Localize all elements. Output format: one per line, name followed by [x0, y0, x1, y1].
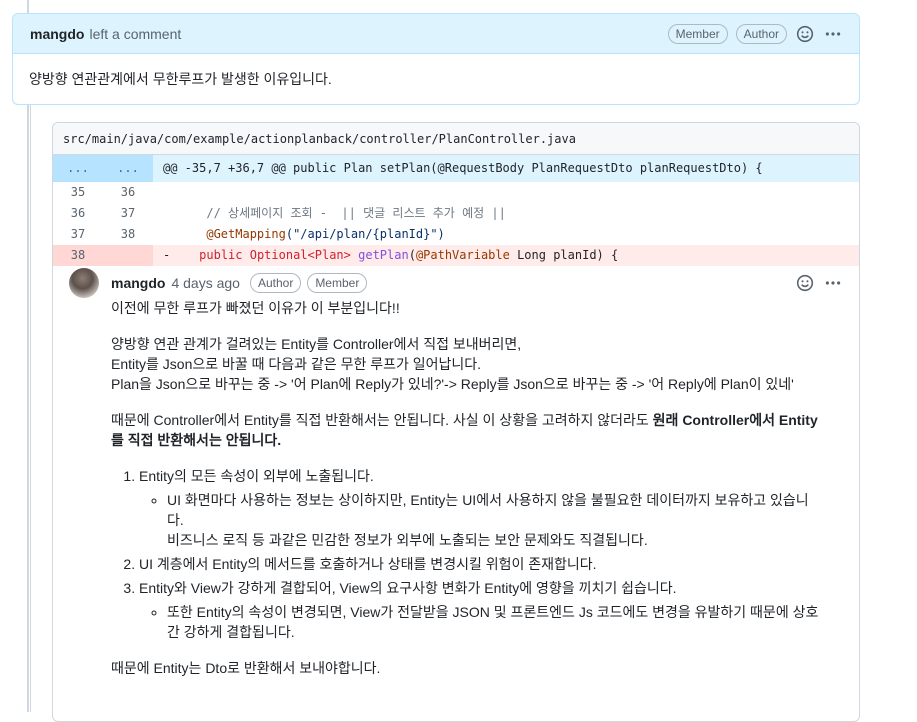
list-item: UI 계층에서 Entity의 메서드를 호출하거나 상태를 변경시킬 위험이 …	[139, 554, 821, 574]
new-line-number[interactable]: 37	[103, 203, 153, 224]
reply-paragraph: 이전에 무한 루프가 빠졌던 이유가 이 부분입니다!!	[111, 300, 400, 316]
member-badge: Member	[667, 23, 728, 44]
reason-list: Entity의 모든 속성이 외부에 노출됩니다. UI 화면마다 사용하는 정…	[111, 466, 821, 642]
timeline-line	[27, 0, 29, 712]
diff-table: ... ... @@ -35,7 +36,7 @@ public Plan se…	[53, 155, 859, 266]
new-line-number[interactable]: 38	[103, 224, 153, 245]
review-thread: src/main/java/com/example/actionplanback…	[52, 122, 860, 722]
reply-paragraph: 때문에 Controller에서 Entity를 직접 반환해서는 안됩니다. …	[111, 412, 818, 448]
code-line: // 상세페이지 조회 - || 댓글 리스트 추가 예정 ||	[153, 203, 859, 224]
diff-line: 37 38 @GetMapping("/api/plan/{planId}")	[53, 224, 859, 245]
comment-body: 양방향 연관관계에서 무한루프가 발생한 이유입니다.	[29, 71, 332, 87]
expand-down[interactable]: ...	[103, 155, 153, 182]
kebab-menu-icon[interactable]	[823, 24, 843, 44]
reply-body: 이전에 무한 루프가 빠졌던 이유가 이 부분입니다!! 양방향 연관 관계가 …	[111, 298, 821, 678]
list-item: Entity의 모든 속성이 외부에 노출됩니다. UI 화면마다 사용하는 정…	[139, 466, 821, 550]
hunk-text: @@ -35,7 +36,7 @@ public Plan setPlan(@R…	[163, 161, 763, 175]
code-annotation: @GetMapping	[206, 227, 286, 241]
author-badge: Author	[735, 23, 787, 44]
author-badge: Author	[249, 273, 302, 293]
member-badge: Member	[307, 273, 368, 293]
comment-author[interactable]: mangdo	[30, 26, 84, 42]
comment-action: left a comment	[89, 25, 182, 42]
kebab-menu-icon[interactable]	[823, 273, 843, 293]
comment-header: mangdo left a comment Member Author	[13, 14, 859, 54]
diff-line: 35 36	[53, 182, 859, 203]
review-reply: mangdo 4 days ago Author Member 이전에 무한 루…	[53, 268, 859, 694]
old-line-number[interactable]: 37	[53, 224, 103, 245]
reply-author[interactable]: mangdo	[111, 275, 165, 291]
old-line-number[interactable]: 35	[53, 182, 103, 203]
file-path[interactable]: src/main/java/com/example/actionplanback…	[53, 123, 859, 155]
code-line: - public Optional<Plan> getPlan(@PathVar…	[153, 245, 859, 266]
reply-header: mangdo 4 days ago Author Member	[69, 268, 859, 298]
smiley-icon[interactable]	[795, 273, 815, 293]
diff-line: 36 37 // 상세페이지 조회 - || 댓글 리스트 추가 예정 ||	[53, 203, 859, 224]
code-args: ("/api/plan/{planId}")	[285, 227, 445, 241]
thread-line	[30, 104, 31, 712]
sub-list-item: 또한 Entity의 속성이 변경되면, View가 전달받을 JSON 및 프…	[167, 602, 821, 642]
reply-time[interactable]: 4 days ago	[171, 275, 240, 291]
avatar[interactable]	[69, 268, 99, 298]
expand-up[interactable]: ...	[53, 155, 103, 182]
list-item: Entity와 View가 강하게 결합되어, View의 요구사항 변화가 E…	[139, 578, 821, 642]
old-line-number[interactable]: 36	[53, 203, 103, 224]
top-comment: mangdo left a comment Member Author 양방향 …	[12, 13, 860, 105]
new-line-number[interactable]: 36	[103, 182, 153, 203]
smiley-icon[interactable]	[795, 24, 815, 44]
sub-list-item: UI 화면마다 사용하는 정보는 상이하지만, Entity는 UI에서 사용하…	[167, 490, 821, 550]
code-line: @GetMapping("/api/plan/{planId}")	[153, 224, 859, 245]
reply-paragraph: 양방향 연관 관계가 걸려있는 Entity를 Controller에서 직접 …	[111, 336, 794, 392]
reply-paragraph: 때문에 Entity는 Dto로 반환해서 보내야합니다.	[111, 660, 381, 676]
old-line-number[interactable]: 38	[53, 245, 103, 266]
code-comment: // 상세페이지 조회 - || 댓글 리스트 추가 예정 ||	[206, 206, 506, 220]
hunk-header: ... ... @@ -35,7 +36,7 @@ public Plan se…	[53, 155, 859, 182]
diff-line-deleted: 38 - public Optional<Plan> getPlan(@Path…	[53, 245, 859, 266]
new-line-number[interactable]	[103, 245, 153, 266]
